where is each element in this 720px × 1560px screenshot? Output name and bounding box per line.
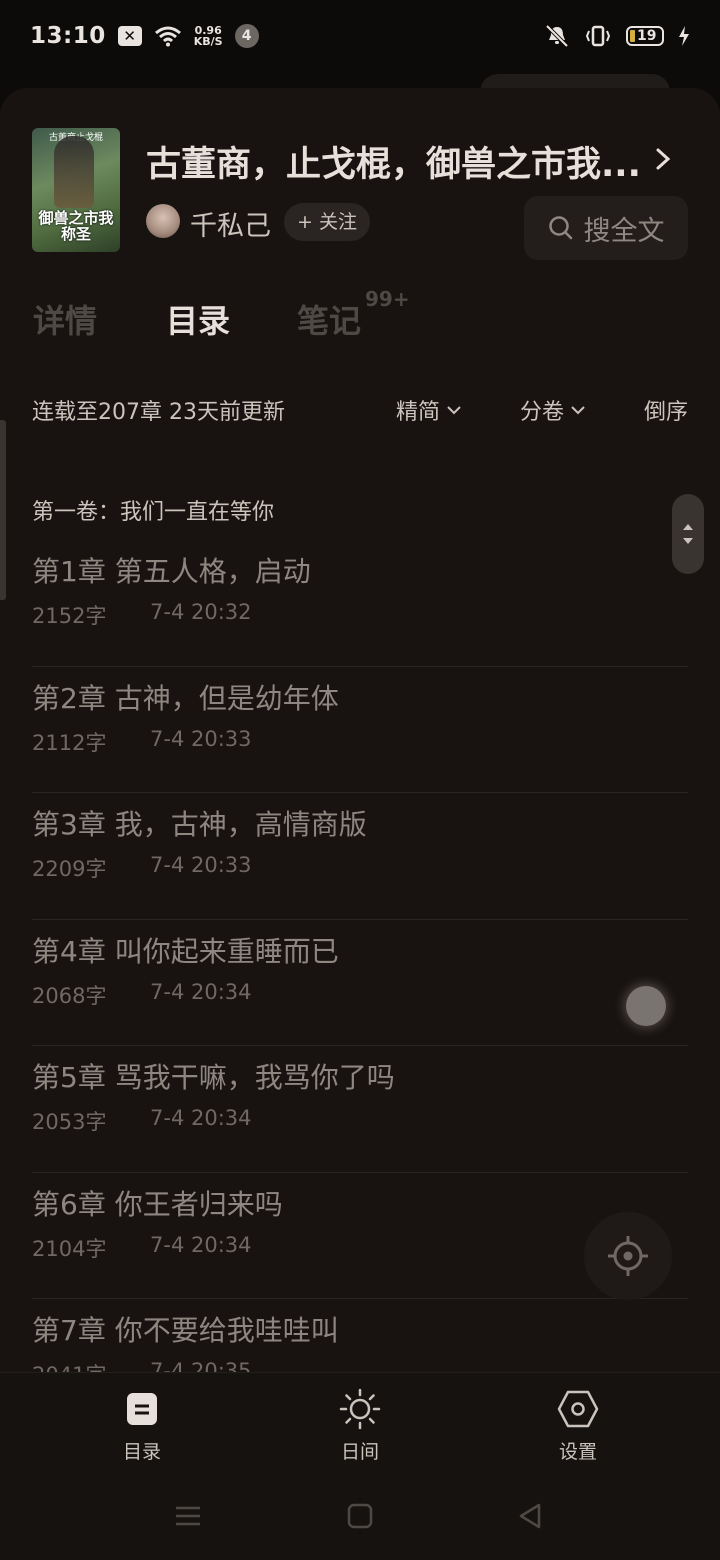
- chapter-item[interactable]: 第1章 第五人格，启动 2152字 7-4 20:32: [32, 540, 688, 667]
- chapter-word-count: 2104字: [32, 1236, 107, 1261]
- chapter-item[interactable]: 第4章 叫你起来重睡而已 2068字 7-4 20:34: [32, 920, 688, 1046]
- tab-notes-label: 笔记: [297, 302, 362, 340]
- chapter-title: 第6章 你王者归来吗: [32, 1187, 283, 1221]
- chapter-title: 第4章 叫你起来重睡而已: [32, 934, 339, 968]
- bottom-toolbar: 目录 日间 设置: [0, 1372, 720, 1479]
- back-icon[interactable]: [516, 1502, 544, 1530]
- tab-notes[interactable]: 笔记99+: [297, 287, 410, 342]
- wifi-icon: [154, 26, 181, 47]
- menu-icon[interactable]: [174, 1502, 202, 1530]
- simplified-label: 精简: [396, 400, 441, 425]
- tab-details-label: 详情: [33, 302, 98, 340]
- author-avatar[interactable]: [146, 204, 180, 238]
- follow-button[interactable]: + 关注: [284, 203, 370, 241]
- tab-catalog-label: 目录: [166, 302, 231, 340]
- cover-title-text: 御兽之市我称圣: [38, 209, 114, 243]
- chevron-right-icon[interactable]: [652, 146, 674, 172]
- battery-level: 19: [637, 28, 657, 44]
- chapter-time: 7-4 20:33: [150, 853, 252, 877]
- nav-catalog-label: 目录: [122, 1441, 161, 1463]
- chapter-word-count: 2209字: [32, 857, 107, 881]
- volume-label: 分卷: [520, 400, 565, 425]
- chapter-item[interactable]: 第2章 古神，但是幼年体 2112字 7-4 20:33: [32, 667, 688, 793]
- charging-icon: [679, 26, 689, 46]
- notification-count-badge: 4: [234, 24, 259, 48]
- chapter-item[interactable]: 第5章 骂我干嘛，我骂你了吗 2053字 7-4 20:34: [32, 1046, 688, 1173]
- author-name[interactable]: 千私己: [190, 204, 271, 243]
- floating-assistive-button[interactable]: [626, 986, 666, 1026]
- chapter-title: 第3章 我，古神，高情商版: [32, 808, 367, 841]
- app-notification-icon: ✕: [117, 26, 142, 46]
- volume-dropdown[interactable]: 分卷: [520, 394, 586, 426]
- chapter-time: 7-4 20:34: [150, 1106, 252, 1130]
- chapter-title: 第1章 第五人格，启动: [32, 555, 311, 588]
- catalog-meta-row: 连载至207章 23天前更新 精简 分卷 倒序: [0, 394, 720, 434]
- locate-current-chapter-button[interactable]: [584, 1212, 672, 1300]
- chapter-word-count: 2152字: [32, 604, 107, 628]
- net-speed-unit: KB/S: [193, 35, 223, 48]
- search-full-text-button[interactable]: 搜全文: [524, 196, 688, 260]
- reverse-order-button[interactable]: 倒序: [644, 394, 688, 426]
- chapter-word-count: 2053字: [32, 1110, 107, 1134]
- serial-status: 连载至207章 23天前更新: [32, 400, 285, 425]
- reverse-order-label: 倒序: [644, 400, 689, 425]
- home-icon[interactable]: [346, 1502, 374, 1530]
- chapter-time: 7-4 20:34: [150, 979, 252, 1004]
- vibrate-icon: [585, 25, 611, 47]
- chapter-word-count: 2112字: [32, 730, 107, 755]
- chapter-title: 第5章 骂我干嘛，我骂你了吗: [32, 1061, 395, 1094]
- chapter-item[interactable]: 第3章 我，古神，高情商版 2209字 7-4 20:33: [32, 793, 688, 920]
- chevron-down-icon: [571, 406, 585, 415]
- tab-bar: 详情 目录 笔记99+: [0, 287, 720, 356]
- network-speed: 0.96 KB/S: [194, 25, 223, 47]
- book-title[interactable]: 古董商，止戈棍，御兽之市我...: [146, 136, 646, 187]
- crosshair-icon: [608, 1236, 648, 1276]
- nav-settings-label: 设置: [558, 1441, 597, 1463]
- search-icon: [548, 216, 572, 240]
- caret-up-icon: [683, 524, 693, 530]
- sun-icon: [339, 1388, 381, 1430]
- settings-hexagon-icon: [557, 1390, 599, 1428]
- chapter-word-count: 2068字: [32, 983, 107, 1008]
- book-cover[interactable]: 古董商止戈棍 御兽之市我称圣: [32, 128, 120, 252]
- chapter-time: 7-4 20:34: [150, 1232, 252, 1257]
- system-navigation-bar: [0, 1478, 720, 1560]
- nav-day-mode[interactable]: 日间: [300, 1387, 420, 1464]
- status-time: 13:10: [30, 23, 106, 49]
- catalog-icon: [127, 1393, 157, 1425]
- nav-settings[interactable]: 设置: [518, 1387, 638, 1464]
- cover-figure: [54, 136, 94, 208]
- nav-catalog[interactable]: 目录: [82, 1387, 202, 1464]
- status-bar: 13:10 ✕ 0.96 KB/S 4 19: [0, 0, 720, 72]
- chapter-title: 第7章 你不要给我哇哇叫: [32, 1314, 339, 1347]
- chapter-time: 7-4 20:33: [150, 726, 252, 751]
- chapter-time: 7-4 20:32: [150, 600, 252, 624]
- battery-indicator: 19: [626, 26, 664, 46]
- chevron-down-icon: [447, 406, 461, 415]
- chapter-list: 第1章 第五人格，启动 2152字 7-4 20:32 第2章 古神，但是幼年体…: [32, 540, 688, 1426]
- nav-day-label: 日间: [340, 1441, 379, 1463]
- search-full-text-label: 搜全文: [583, 215, 665, 247]
- volume-title: 第一卷：我们一直在等你: [32, 500, 275, 525]
- notes-count-badge: 99+: [365, 287, 410, 312]
- simplified-dropdown[interactable]: 精简: [396, 394, 462, 426]
- tab-catalog[interactable]: 目录: [166, 296, 230, 342]
- edge-handle[interactable]: [0, 420, 6, 600]
- battery-fill: [630, 30, 635, 42]
- mute-bell-icon: [545, 24, 569, 48]
- tab-details[interactable]: 详情: [33, 296, 97, 342]
- chapter-title: 第2章 古神，但是幼年体: [32, 681, 339, 715]
